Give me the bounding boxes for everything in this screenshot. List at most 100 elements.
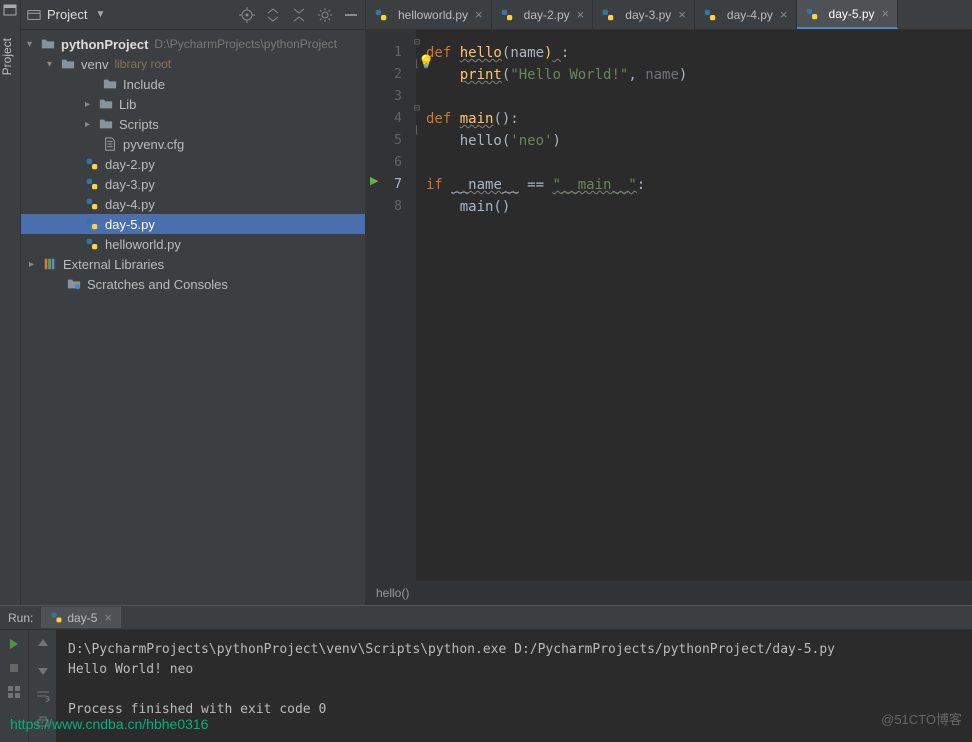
project-tool-icon[interactable] — [2, 2, 18, 18]
file-icon — [103, 137, 117, 151]
library-icon — [43, 257, 57, 271]
project-tree[interactable]: ▾ pythonProject D:\PycharmProjects\pytho… — [21, 30, 365, 298]
tree-scratches[interactable]: Scratches and Consoles — [21, 274, 365, 294]
node-label: day-4.py — [105, 197, 155, 212]
rerun-icon[interactable] — [6, 636, 22, 652]
editor-tabs: helloworld.py × day-2.py × day-3.py × da… — [366, 0, 972, 30]
tree-venv[interactable]: ▾ venv library root — [21, 54, 365, 74]
close-icon[interactable]: × — [678, 7, 686, 22]
tree-lib[interactable]: ▸ Lib — [21, 94, 365, 114]
stop-icon[interactable] — [6, 660, 22, 676]
locate-icon[interactable] — [239, 7, 255, 23]
chevron-right-icon[interactable]: ▸ — [85, 99, 95, 110]
tree-external-libs[interactable]: ▸ External Libraries — [21, 254, 365, 274]
code-line-1: def hello(name) : — [426, 42, 972, 64]
scratches-icon — [67, 277, 81, 291]
close-icon[interactable]: × — [780, 7, 788, 22]
tab-day4[interactable]: day-4.py × — [695, 0, 797, 29]
tree-include[interactable]: Include — [21, 74, 365, 94]
editor-body: 1 2 3 4 5 6 7 8 💡 ⊟ ⌊ ⊟ ⌊ def hello(name… — [366, 30, 972, 581]
node-label: Include — [123, 77, 165, 92]
collapse-all-icon[interactable] — [291, 7, 307, 23]
python-file-icon — [601, 8, 615, 22]
tree-root[interactable]: ▾ pythonProject D:\PycharmProjects\pytho… — [21, 34, 365, 54]
venv-name: venv — [81, 57, 108, 72]
close-icon[interactable]: × — [104, 610, 112, 625]
up-icon[interactable] — [35, 636, 51, 652]
tab-day2[interactable]: day-2.py × — [492, 0, 594, 29]
folder-icon — [103, 77, 117, 91]
code-line-3 — [426, 86, 972, 108]
line-num: 1 — [366, 42, 402, 64]
tree-file-day2[interactable]: day-2.py — [21, 154, 365, 174]
close-icon[interactable]: × — [577, 7, 585, 22]
python-file-icon — [500, 8, 514, 22]
project-tool-label[interactable]: Project — [0, 38, 20, 75]
node-label: Scratches and Consoles — [87, 277, 228, 292]
python-file-icon — [50, 611, 63, 624]
tree-file-day3[interactable]: day-3.py — [21, 174, 365, 194]
tab-label: helloworld.py — [398, 8, 468, 22]
line-num: 8 — [366, 196, 402, 218]
run-gutter-icon[interactable]: ▶ — [370, 174, 378, 187]
project-view-title[interactable]: Project — [47, 7, 87, 22]
tab-day3[interactable]: day-3.py × — [593, 0, 695, 29]
tab-helloworld[interactable]: helloworld.py × — [366, 0, 492, 29]
line-num: 3 — [366, 86, 402, 108]
console-line: Process finished with exit code 0 — [68, 702, 326, 717]
code-line-8: main() — [426, 196, 972, 218]
chevron-down-icon[interactable]: ▾ — [47, 59, 57, 70]
close-icon[interactable]: × — [882, 6, 890, 21]
layout-icon[interactable] — [6, 684, 22, 700]
soft-wrap-icon[interactable] — [35, 688, 51, 704]
hide-icon[interactable] — [343, 7, 359, 23]
close-icon[interactable]: × — [475, 7, 483, 22]
root-path: D:\PycharmProjects\pythonProject — [154, 37, 337, 51]
expand-all-icon[interactable] — [265, 7, 281, 23]
node-label: pyvenv.cfg — [123, 137, 184, 152]
python-file-icon — [85, 217, 99, 231]
fold-icon[interactable]: ⊟ — [414, 32, 420, 54]
breadcrumb[interactable]: hello() — [366, 581, 972, 605]
chevron-right-icon[interactable]: ▸ — [29, 259, 39, 270]
watermark-blog: @51CTO博客 — [881, 709, 962, 728]
python-file-icon — [85, 157, 99, 171]
tab-day5[interactable]: day-5.py × — [797, 0, 899, 29]
tree-pyvenv[interactable]: pyvenv.cfg — [21, 134, 365, 154]
chevron-right-icon[interactable]: ▸ — [85, 119, 95, 130]
fold-end-icon[interactable]: ⌊ — [414, 54, 420, 76]
fold-end-icon[interactable]: ⌊ — [414, 120, 420, 142]
tree-file-hello[interactable]: helloworld.py — [21, 234, 365, 254]
line-gutter[interactable]: 1 2 3 4 5 6 7 8 — [366, 30, 416, 581]
python-file-icon — [85, 197, 99, 211]
line-num: 2 — [366, 64, 402, 86]
python-file-icon — [805, 7, 819, 21]
line-num: 5 — [366, 130, 402, 152]
code-line-6 — [426, 152, 972, 174]
project-view-dropdown[interactable]: ▼ — [95, 9, 105, 20]
python-file-icon — [374, 8, 388, 22]
code-line-4: def main(): — [426, 108, 972, 130]
tab-label: day-2.py — [524, 8, 570, 22]
project-header: Project ▼ — [21, 0, 365, 30]
node-label: External Libraries — [63, 257, 164, 272]
run-header: Run: day-5 × — [0, 606, 972, 630]
code-editor[interactable]: 💡 ⊟ ⌊ ⊟ ⌊ def hello(name) : print("Hello… — [416, 30, 972, 581]
tree-file-day4[interactable]: day-4.py — [21, 194, 365, 214]
python-file-icon — [85, 177, 99, 191]
code-line-7: if __name__ == "__main__": — [426, 174, 972, 196]
code-line-2: print("Hello World!", name) — [426, 64, 972, 86]
node-label: day-5.py — [105, 217, 155, 232]
tree-file-day5[interactable]: day-5.py — [21, 214, 365, 234]
project-panel: Project ▼ ▾ pythonProject D:\PycharmProj… — [21, 0, 366, 605]
fold-icon[interactable]: ⊟ — [414, 98, 420, 120]
node-label: helloworld.py — [105, 237, 181, 252]
chevron-down-icon[interactable]: ▾ — [27, 39, 37, 50]
settings-icon[interactable] — [317, 7, 333, 23]
tree-scripts[interactable]: ▸ Scripts — [21, 114, 365, 134]
folder-icon — [61, 57, 75, 71]
run-config-tab[interactable]: day-5 × — [41, 607, 121, 628]
code-line-5: hello('neo') — [426, 130, 972, 152]
down-icon[interactable] — [35, 662, 51, 678]
tab-label: day-5.py — [829, 7, 875, 21]
